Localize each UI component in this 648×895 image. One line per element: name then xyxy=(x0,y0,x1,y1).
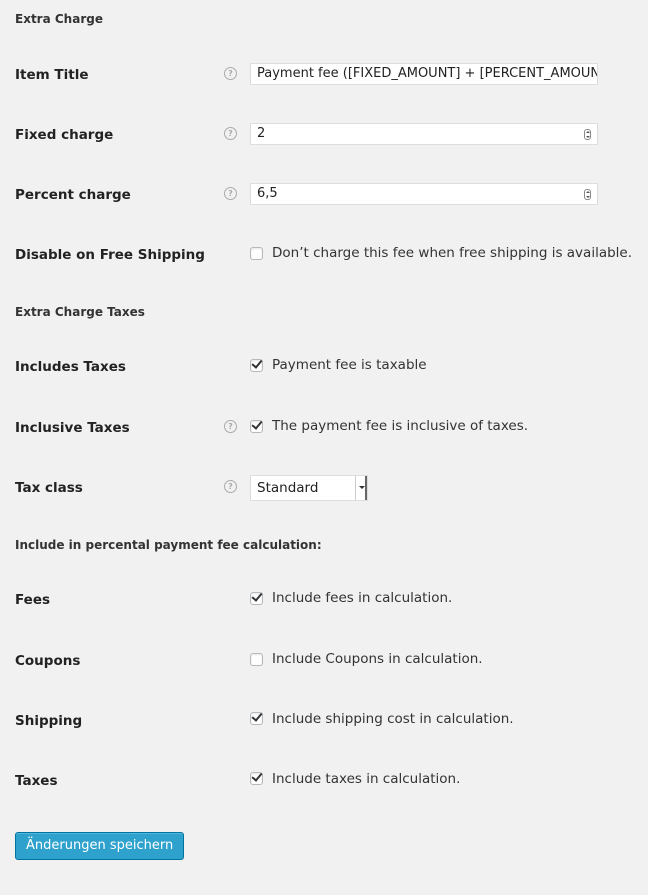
fixed-charge-input[interactable]: 2 xyxy=(250,123,598,145)
tax-class-value: Standard xyxy=(257,480,319,496)
percent-charge-label: Percent charge xyxy=(15,187,131,203)
shipping-checkbox[interactable] xyxy=(250,712,263,725)
coupons-text: Include Coupons in calculation. xyxy=(272,651,483,667)
help-icon[interactable]: ? xyxy=(224,67,237,80)
percent-charge-input[interactable]: 6,5 xyxy=(250,183,598,205)
includes-taxes-label: Includes Taxes xyxy=(15,359,126,375)
help-icon[interactable]: ? xyxy=(224,187,237,200)
inclusive-taxes-label: Inclusive Taxes xyxy=(15,420,130,436)
inclusive-taxes-checkbox[interactable] xyxy=(250,420,263,433)
help-icon[interactable]: ? xyxy=(224,127,237,140)
save-changes-button[interactable]: Änderungen speichern xyxy=(15,832,185,860)
taxes-label: Taxes xyxy=(15,773,58,789)
dropdown-arrow-icon[interactable] xyxy=(355,476,367,500)
fees-label: Fees xyxy=(15,592,51,608)
item-title-label: Item Title xyxy=(15,67,89,83)
fixed-charge-value: 2 xyxy=(257,126,266,141)
fees-text: Include fees in calculation. xyxy=(272,590,453,606)
coupons-checkbox[interactable] xyxy=(250,653,263,666)
tax-class-select[interactable]: Standard xyxy=(250,475,368,501)
section-title-extra-charge-taxes: Extra Charge Taxes xyxy=(15,305,145,319)
includes-taxes-checkbox[interactable] xyxy=(250,359,263,372)
disable-free-shipping-label: Disable on Free Shipping xyxy=(15,247,205,263)
fees-checkbox[interactable] xyxy=(250,592,263,605)
taxes-checkbox[interactable] xyxy=(250,772,263,785)
includes-taxes-text: Payment fee is taxable xyxy=(272,357,427,373)
shipping-text: Include shipping cost in calculation. xyxy=(272,711,514,727)
disable-free-shipping-text: Don’t charge this fee when free shipping… xyxy=(272,245,633,261)
number-spinner-icon[interactable] xyxy=(584,189,591,200)
taxes-text: Include taxes in calculation. xyxy=(272,771,461,787)
help-icon[interactable]: ? xyxy=(224,420,237,433)
fixed-charge-label: Fixed charge xyxy=(15,127,114,143)
inclusive-taxes-text: The payment fee is inclusive of taxes. xyxy=(272,418,529,434)
tax-class-label: Tax class xyxy=(15,480,83,496)
number-spinner-icon[interactable] xyxy=(584,129,591,140)
shipping-label: Shipping xyxy=(15,713,83,729)
section-title-include-calc: Include in percental payment fee calcula… xyxy=(15,538,322,552)
help-icon[interactable]: ? xyxy=(224,480,237,493)
percent-charge-value: 6,5 xyxy=(257,186,278,201)
coupons-label: Coupons xyxy=(15,653,81,669)
disable-free-shipping-checkbox[interactable] xyxy=(250,247,263,260)
section-title-extra-charge: Extra Charge xyxy=(15,12,103,26)
item-title-input[interactable]: Payment fee ([FIXED_AMOUNT] + [PERCENT_A… xyxy=(250,63,598,85)
